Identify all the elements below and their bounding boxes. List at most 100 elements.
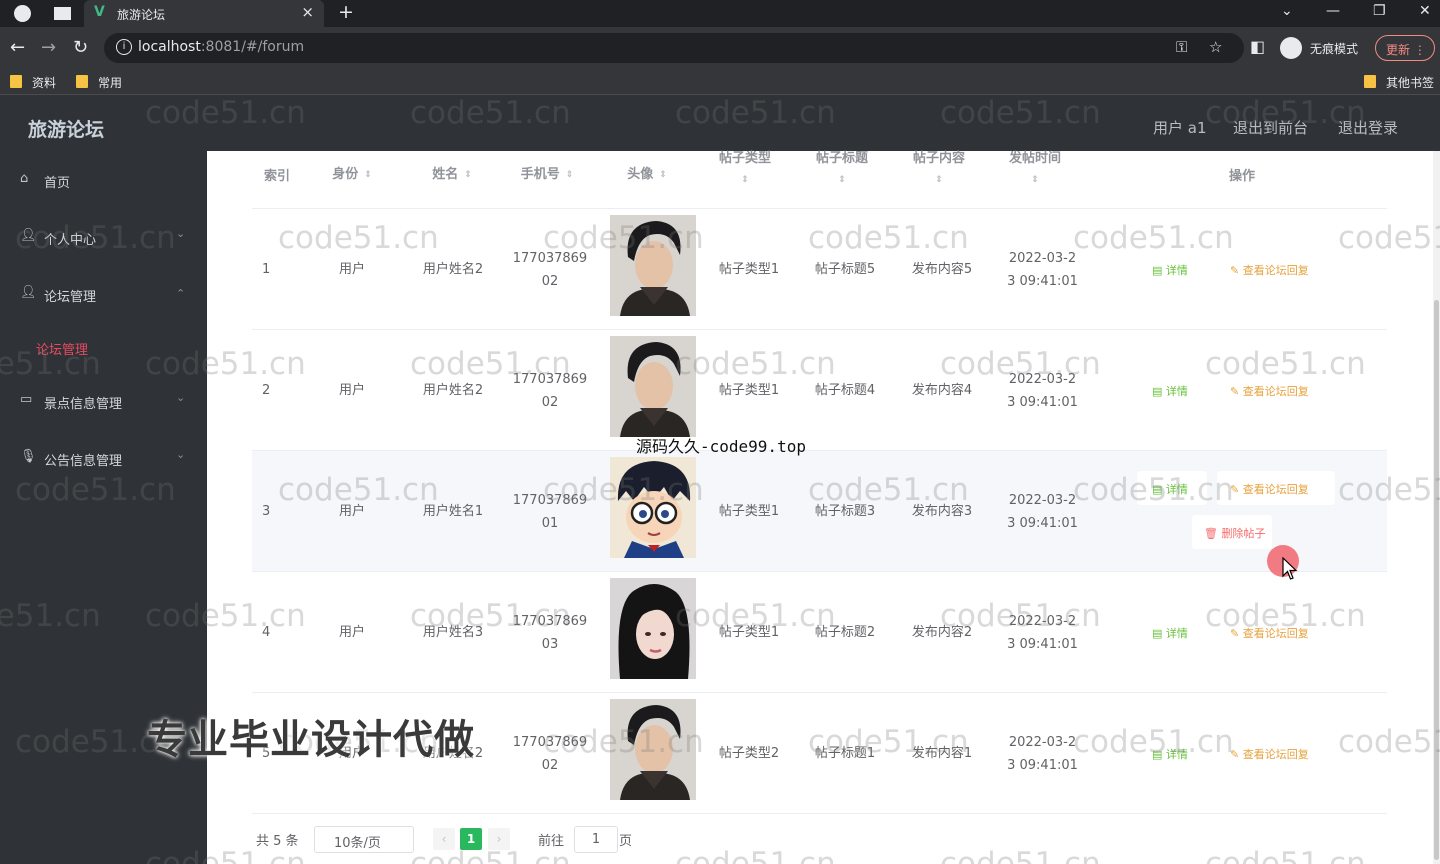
sidepanel-icon[interactable]: ◧	[1250, 37, 1265, 56]
cell-post-content: 发布内容5	[911, 262, 973, 277]
current-user: 用户 a1	[1153, 119, 1207, 137]
table-row[interactable]: 3 用户 用户姓名1 177037869 01 帖子类型1 帖子标题3 发布内容3…	[252, 451, 1387, 572]
sidebar-subitem-forum-management[interactable]: 论坛管理	[0, 328, 207, 368]
col-header-phone[interactable]: 手机号 ⇕	[502, 163, 592, 182]
back-to-front-link[interactable]: 退出到前台	[1233, 117, 1308, 138]
minimize-icon[interactable]: —	[1326, 3, 1340, 19]
cell-post-time: 2022-03-2 3 09:41:01	[1007, 613, 1078, 652]
sidebar-item-forum-management[interactable]: 👤︎ 论坛管理 ⌃	[0, 275, 207, 315]
page-size-select[interactable]: 10条/页	[314, 826, 414, 853]
pager-total: 共 5 条	[256, 834, 299, 849]
sidebar-item-announcements[interactable]: 🎙︎ 公告信息管理 ⌄	[0, 439, 207, 479]
sidebar-item-personal-center[interactable]: 👤︎ 个人中心 ⌄	[0, 218, 207, 258]
cell-post-type: 帖子类型2	[718, 746, 780, 761]
view-replies-button[interactable]: ✎ 查看论坛回复	[1230, 625, 1309, 641]
sidebar-item-label: 景点信息管理	[44, 397, 123, 412]
app-title: 旅游论坛	[28, 119, 105, 141]
pager-goto-input[interactable]: 1	[574, 826, 618, 853]
view-replies-button[interactable]: ✎ 查看论坛回复	[1230, 262, 1309, 278]
home-icon: ⌂	[20, 171, 29, 186]
view-replies-button[interactable]: ✎ 查看论坛回复	[1230, 481, 1309, 497]
view-replies-button[interactable]: ✎ 查看论坛回复	[1230, 383, 1309, 399]
cell-phone: 177037869 02	[512, 734, 588, 773]
tab-search-icon[interactable]	[54, 7, 71, 20]
window-close-icon[interactable]: ✕	[1419, 3, 1431, 19]
bookmark-folder-common[interactable]: 常用	[76, 74, 122, 91]
page-scrollbar-thumb[interactable]	[1434, 300, 1439, 860]
cell-post-type: 帖子类型1	[718, 625, 780, 640]
incognito-icon[interactable]	[1280, 37, 1302, 59]
bookmark-folder-docs[interactable]: 资料	[10, 74, 56, 91]
pager-page-1[interactable]: 1	[460, 828, 482, 850]
detail-button[interactable]: ▤ 详情	[1152, 262, 1188, 278]
key-icon[interactable]: ⚿	[1176, 38, 1187, 56]
user-icon: 👤︎	[20, 228, 37, 243]
sidebar-item-label: 个人中心	[44, 233, 97, 248]
sort-icon: ⇕	[464, 169, 472, 180]
detail-button[interactable]: ▤ 详情	[1152, 625, 1188, 641]
sidebar-item-home[interactable]: ⌂ 首页	[0, 161, 207, 201]
cell-post-content: 发布内容3	[911, 504, 973, 519]
col-header-post-title[interactable]: 帖子标题 ⇕	[797, 147, 887, 185]
back-arrow-icon[interactable]: ←	[10, 37, 25, 58]
cell-post-type: 帖子类型1	[718, 262, 780, 277]
cell-index: 4	[262, 625, 271, 640]
table-row[interactable]: 1 用户 用户姓名2 177037869 02 帖子类型1 帖子标题5 发布内容5…	[252, 209, 1387, 330]
document-icon: ▭	[20, 392, 33, 407]
site-info-icon[interactable]: i	[116, 39, 132, 55]
browser-menu-icon[interactable]	[14, 5, 31, 22]
browser-tab[interactable]: V 旅游论坛 ×	[84, 0, 324, 27]
reload-icon[interactable]: ↻	[73, 37, 88, 58]
mouse-cursor-icon	[1282, 557, 1298, 580]
cell-index: 3	[262, 504, 271, 519]
cell-post-content: 发布内容1	[911, 746, 973, 761]
sort-icon: ⇕	[1031, 175, 1039, 185]
cell-role: 用户	[338, 383, 365, 398]
cell-post-title: 帖子标题4	[814, 383, 876, 398]
detail-button[interactable]: ▤ 详情	[1152, 383, 1188, 399]
cell-name: 用户姓名2	[422, 262, 484, 277]
view-replies-button[interactable]: ✎ 查看论坛回复	[1230, 746, 1309, 762]
detail-button[interactable]: ▤ 详情	[1152, 746, 1188, 762]
pager-goto-label: 前往	[538, 834, 565, 849]
col-header-role[interactable]: 身份 ⇕	[312, 163, 392, 182]
bookmark-star-icon[interactable]: ☆	[1209, 38, 1222, 56]
col-header-name[interactable]: 姓名 ⇕	[412, 163, 492, 182]
logout-link[interactable]: 退出登录	[1338, 117, 1398, 138]
pager-prev-button[interactable]: ‹	[433, 828, 455, 850]
table-row[interactable]: 2 用户 用户姓名2 177037869 02 帖子类型1 帖子标题4 发布内容4…	[252, 330, 1387, 451]
other-bookmarks[interactable]: 其他书签	[1364, 74, 1434, 91]
vue-logo-icon: V	[94, 4, 105, 20]
pager-next-button[interactable]: ›	[488, 828, 510, 850]
sort-icon: ⇕	[935, 175, 943, 185]
sort-icon: ⇕	[565, 169, 574, 180]
table-header: 索引 身份 ⇕ 姓名 ⇕ 手机号 ⇕ 头像 ⇕ 帖子类型 ⇕ 帖子标题 ⇕ 帖子内容 ⇕ 发帖…	[252, 151, 1387, 209]
browser-tab-strip: V 旅游论坛 × + ⌄ — ❐ ✕	[0, 0, 1440, 27]
col-header-post-content[interactable]: 帖子内容 ⇕	[894, 147, 984, 185]
detail-button[interactable]: ▤ 详情	[1152, 481, 1188, 497]
restore-icon[interactable]: ❐	[1373, 3, 1386, 19]
sidebar-item-label: 论坛管理	[44, 290, 97, 305]
sidebar-subitem-label: 论坛管理	[36, 343, 89, 358]
col-header-avatar[interactable]: 头像 ⇕	[607, 163, 687, 182]
sidebar-item-label: 首页	[44, 176, 71, 191]
user-icon: 👤︎	[20, 285, 37, 300]
table-row[interactable]: 4 用户 用户姓名3 177037869 03 帖子类型1 帖子标题2 发布内容2…	[252, 572, 1387, 693]
forward-arrow-icon[interactable]: →	[41, 37, 56, 58]
cell-post-time: 2022-03-2 3 09:41:01	[1007, 250, 1078, 289]
cell-name: 用户姓名3	[422, 625, 484, 640]
url-field[interactable]: i localhost:8081/#/forum ⚿ ☆	[104, 33, 1244, 63]
delete-post-button[interactable]: 🗑︎ 删除帖子	[1204, 525, 1265, 541]
sidebar-item-attractions[interactable]: ▭ 景点信息管理 ⌄	[0, 382, 207, 422]
new-tab-button[interactable]: +	[338, 1, 354, 23]
app-header: 旅游论坛 用户 a1 退出到前台 退出登录	[0, 95, 1440, 151]
chevron-up-icon: ⌃	[176, 287, 186, 300]
url-text: localhost:8081/#/forum	[138, 39, 305, 55]
sort-icon: ⇕	[659, 169, 667, 180]
cell-post-time: 2022-03-2 3 09:41:01	[1007, 734, 1078, 773]
tab-list-chevron-icon[interactable]: ⌄	[1281, 3, 1293, 19]
update-button[interactable]: 更新 ⋮	[1375, 35, 1435, 61]
tab-close-icon[interactable]: ×	[301, 3, 314, 21]
col-header-post-time[interactable]: 发帖时间 ⇕	[990, 147, 1080, 185]
col-header-post-type[interactable]: 帖子类型 ⇕	[700, 147, 790, 185]
